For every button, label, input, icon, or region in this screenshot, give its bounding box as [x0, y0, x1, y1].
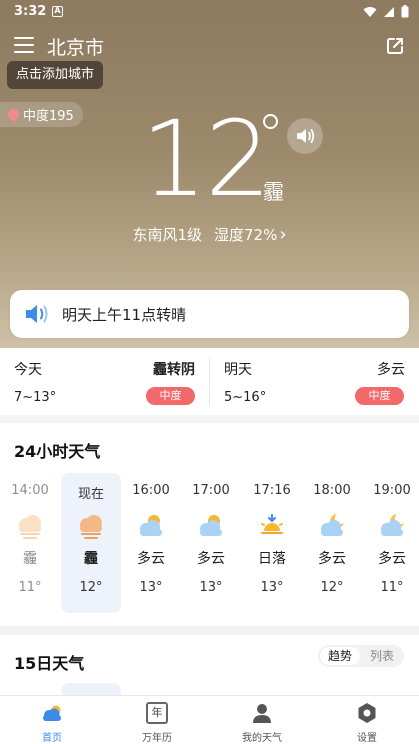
hour-time: 16:00 [132, 483, 170, 498]
partly-cloudy-icon [140, 515, 162, 536]
hour-time: 18:00 [313, 483, 351, 498]
calendar-icon: 年 [146, 702, 168, 724]
tab-calendar[interactable]: 年 万年历 [105, 700, 209, 744]
fifteen-day-title: 15日天气 [14, 654, 85, 673]
hour-time: 17:00 [192, 483, 230, 498]
today-tomorrow-card: 今天 霾转阴 7~13° 中度 明天 多云 5~16° 中度 [0, 348, 419, 415]
tab-my-weather[interactable]: 我的天气 [210, 700, 314, 744]
day-temp-range: 5~16° [224, 390, 267, 405]
hour-temp: 13° [199, 580, 223, 595]
hour-time: 19:00 [373, 483, 411, 498]
menu-icon[interactable] [14, 37, 34, 53]
hourly-item[interactable]: 19:00 多云 11° [362, 473, 419, 613]
aqi-badge[interactable]: 中度195 [0, 102, 83, 127]
city-name[interactable]: 北京市 [47, 33, 104, 60]
person-icon [253, 704, 271, 723]
weather-notice-card[interactable]: 明天上午11点转晴 [10, 290, 409, 338]
cloudy-night-icon [321, 514, 344, 536]
hour-condition: 多云 [378, 551, 406, 567]
hour-condition: 霾 [23, 551, 37, 567]
day-condition: 多云 [377, 362, 405, 378]
hour-time: 14:00 [11, 483, 49, 498]
hour-temp: 12° [320, 580, 344, 595]
partly-cloudy-icon [200, 515, 222, 536]
hourly-item[interactable]: 17:00 多云 13° [181, 473, 241, 613]
hour-time: 17:16 [253, 483, 291, 498]
tab-home[interactable]: 首页 [0, 700, 104, 744]
hour-temp: 13° [139, 580, 163, 595]
degree-symbol [263, 114, 278, 129]
speaker-icon [297, 129, 315, 143]
hourly-item[interactable]: 17:16 日落 13° [242, 473, 302, 613]
speaker-icon [26, 305, 48, 323]
settings-icon [358, 703, 376, 723]
tab-settings[interactable]: 设置 [315, 700, 419, 744]
current-temperature: 12 [141, 98, 271, 220]
hour-time: 现在 [77, 487, 104, 502]
today-forecast[interactable]: 今天 霾转阴 7~13° 中度 [0, 348, 209, 415]
hour-condition: 日落 [258, 551, 286, 567]
share-icon[interactable] [385, 36, 405, 56]
hourly-item[interactable]: 18:00 多云 12° [302, 473, 362, 613]
battery-icon [401, 5, 409, 18]
cloudy-night-icon [381, 514, 404, 536]
leaf-icon [5, 106, 22, 123]
hour-condition: 多云 [137, 551, 165, 567]
hour-temp: 11° [18, 580, 42, 595]
home-weather-icon [43, 705, 61, 721]
chevron-right-icon: › [279, 224, 287, 245]
hour-temp: 13° [260, 580, 284, 595]
toggle-trend[interactable]: 趋势 [320, 647, 360, 665]
view-toggle: 趋势 列表 [318, 645, 404, 667]
haze-icon [80, 515, 102, 539]
air-quality-badge: 中度 [146, 387, 195, 405]
hourly-item[interactable]: 16:00 多云 13° [121, 473, 181, 613]
wind-humidity-row[interactable]: 东南风1级 湿度72% › [0, 224, 419, 245]
day-temp-range: 7~13° [14, 390, 57, 405]
voice-broadcast-button[interactable] [287, 118, 323, 154]
hour-condition: 霾 [84, 551, 98, 567]
wind-text: 东南风1级 [132, 226, 202, 244]
add-city-tooltip[interactable]: 点击添加城市 [7, 61, 104, 89]
fifteen-day-card: 15日天气 趋势 列表 [0, 635, 419, 695]
status-icons [363, 5, 409, 18]
hourly-forecast-card: 24小时天气 14:00 霾 11° 现在 霾 12° 16:00 多云 13°… [0, 423, 419, 626]
tab-label: 万年历 [142, 733, 172, 744]
tab-label: 设置 [357, 733, 377, 744]
aqi-label: 中度195 [23, 109, 74, 124]
fifteen-day-preview-highlight [61, 683, 121, 695]
status-time: 3:32 [14, 4, 47, 19]
hourly-title: 24小时天气 [14, 442, 101, 461]
day-condition: 霾转阴 [153, 362, 195, 378]
status-bar: 3:32 A [0, 0, 419, 24]
bottom-tab-bar: 首页 年 万年历 我的天气 设置 [0, 695, 419, 744]
tab-label: 我的天气 [242, 733, 282, 744]
tab-label: 首页 [42, 733, 62, 744]
notice-text: 明天上午11点转晴 [62, 305, 187, 324]
hour-condition: 多云 [318, 551, 346, 567]
hour-temp: 12° [79, 580, 103, 595]
haze-icon [19, 515, 41, 539]
current-condition: 霾 [263, 180, 284, 204]
calendar-glyph: 年 [151, 706, 163, 719]
air-quality-badge: 中度 [355, 387, 404, 405]
hour-temp: 11° [380, 580, 404, 595]
humidity-text: 湿度72% [214, 226, 278, 244]
notification-a-icon: A [52, 6, 63, 17]
day-label: 明天 [224, 362, 252, 378]
hourly-item-now[interactable]: 现在 霾 12° [61, 473, 121, 613]
hourly-item[interactable]: 14:00 霾 11° [0, 473, 60, 613]
wifi-icon [363, 6, 377, 17]
toggle-list[interactable]: 列表 [362, 647, 402, 665]
day-label: 今天 [14, 362, 42, 378]
signal-icon [384, 6, 394, 17]
hour-condition: 多云 [197, 551, 225, 567]
tomorrow-forecast[interactable]: 明天 多云 5~16° 中度 [210, 348, 419, 415]
sunset-icon [261, 514, 283, 534]
